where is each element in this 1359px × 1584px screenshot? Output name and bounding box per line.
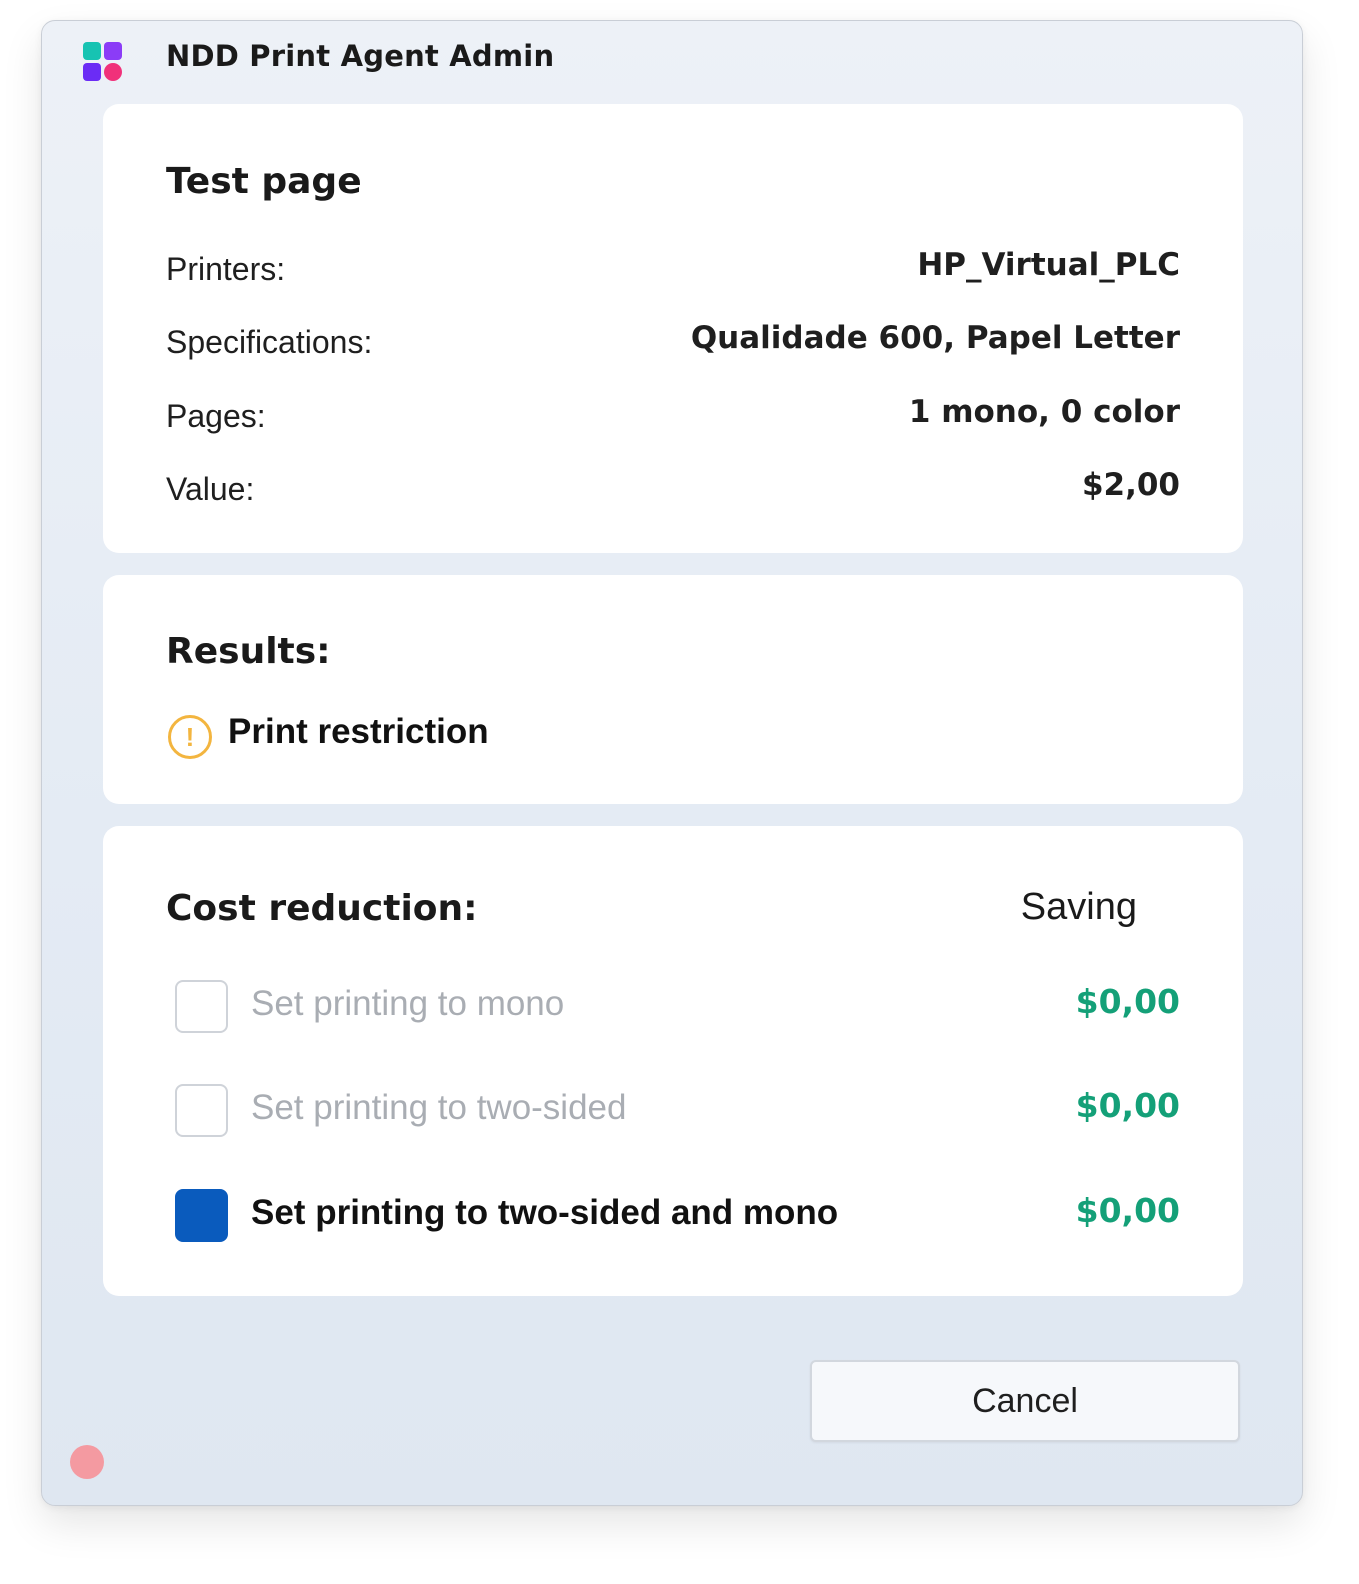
printers-value: HP_Virtual_PLC — [917, 247, 1180, 283]
two-sided-and-mono-option-label[interactable]: Set printing to two-sided and mono — [251, 1193, 838, 1233]
pages-label: Pages: — [166, 398, 266, 434]
test-page-card: Test page Printers: HP_Virtual_PLC Speci… — [103, 104, 1243, 553]
test-page-title: Test page — [166, 161, 362, 202]
status-dot — [70, 1445, 104, 1479]
results-title: Results: — [166, 631, 331, 672]
specifications-value: Qualidade 600, Papel Letter — [690, 320, 1180, 356]
two-sided-saving-value: $0,00 — [1075, 1086, 1180, 1125]
pages-row: Pages: 1 mono, 0 color — [166, 394, 1180, 438]
value-row: Value: $2,00 — [166, 467, 1180, 511]
value-value: $2,00 — [1081, 467, 1180, 503]
mono-option-label[interactable]: Set printing to mono — [251, 984, 564, 1024]
specifications-label: Specifications: — [166, 324, 373, 360]
printers-row: Printers: HP_Virtual_PLC — [166, 247, 1180, 291]
mono-checkbox[interactable] — [175, 980, 228, 1033]
two-sided-and-mono-saving-value: $0,00 — [1075, 1191, 1180, 1230]
value-label: Value: — [166, 471, 255, 507]
two-sided-checkbox[interactable] — [175, 1084, 228, 1137]
printers-label: Printers: — [166, 251, 286, 287]
mono-saving-value: $0,00 — [1075, 982, 1180, 1021]
two-sided-and-mono-checkbox[interactable] — [175, 1189, 228, 1242]
ndd-logo-icon — [83, 42, 123, 82]
results-card: Results: ! Print restriction — [103, 575, 1243, 804]
two-sided-option-label[interactable]: Set printing to two-sided — [251, 1088, 626, 1128]
saving-column-header: Saving — [1020, 886, 1137, 928]
cancel-button[interactable]: Cancel — [810, 1360, 1240, 1442]
cost-reduction-card: Cost reduction: Saving Set printing to m… — [103, 826, 1243, 1296]
title-bar: NDD Print Agent Admin — [42, 21, 1302, 99]
app-title: NDD Print Agent Admin — [166, 39, 555, 73]
app-window: NDD Print Agent Admin Test page Printers… — [41, 20, 1303, 1506]
option-mono[interactable]: Set printing to mono $0,00 — [175, 978, 1180, 1034]
cost-reduction-title: Cost reduction: — [166, 888, 478, 929]
pages-value: 1 mono, 0 color — [908, 394, 1180, 430]
option-two-sided[interactable]: Set printing to two-sided $0,00 — [175, 1082, 1180, 1138]
warning-icon: ! — [168, 715, 212, 759]
specifications-row: Specifications: Qualidade 600, Papel Let… — [166, 320, 1180, 364]
result-status-text: Print restriction — [228, 712, 489, 751]
option-two-sided-and-mono[interactable]: Set printing to two-sided and mono $0,00 — [175, 1187, 1180, 1243]
